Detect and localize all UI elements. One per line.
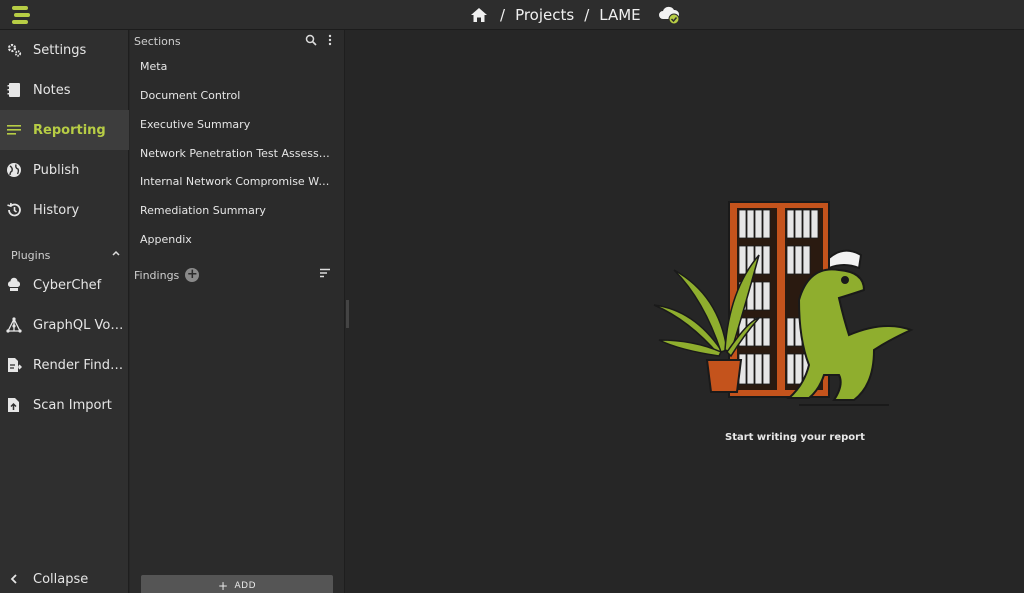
cloud-synced-icon: [658, 6, 680, 25]
section-item-internal-network-walkthrough[interactable]: Internal Network Compromise Walkthrough: [140, 172, 335, 192]
section-item-executive-summary[interactable]: Executive Summary: [140, 115, 335, 135]
sections-panel: Sections Meta Document Control Executive…: [130, 30, 345, 593]
sidebar-collapse-button[interactable]: Collapse: [0, 559, 129, 593]
sidebar-item-publish[interactable]: Publish: [0, 150, 129, 190]
dinosaur-bookshelf-illustration: [653, 201, 914, 406]
sidebar-item-label: Reporting: [33, 122, 106, 138]
notes-icon: [5, 81, 23, 99]
chef-hat-icon: [5, 276, 23, 294]
reporting-icon: [5, 121, 23, 139]
gear-icon: [5, 41, 23, 59]
plugins-label: Plugins: [11, 248, 51, 262]
section-item-appendix[interactable]: Appendix: [140, 230, 335, 250]
top-bar: / Projects / LAME: [0, 0, 1024, 30]
sidebar-item-label: Publish: [33, 162, 80, 178]
home-icon[interactable]: [470, 5, 490, 25]
breadcrumb-project-name[interactable]: LAME: [599, 6, 640, 24]
sidebar-item-label: Settings: [33, 42, 87, 58]
plugins-header[interactable]: Plugins: [0, 244, 129, 266]
graph-icon: [5, 316, 23, 334]
sidebar-item-label: Render Findings: [33, 357, 125, 373]
search-icon[interactable]: [305, 34, 317, 46]
sidebar-item-label: History: [33, 202, 80, 218]
sidebar-item-reporting[interactable]: Reporting: [0, 110, 129, 150]
add-button-label: ADD: [234, 581, 257, 591]
section-item-document-control[interactable]: Document Control: [140, 86, 335, 106]
sidebar-item-scan-import[interactable]: Scan Import: [0, 385, 129, 425]
sidebar-item-notes[interactable]: Notes: [0, 70, 129, 110]
sections-header: Sections: [134, 35, 181, 48]
sidebar-nav: Settings Notes Reporting Publish History…: [0, 30, 129, 593]
app-logo-icon[interactable]: [10, 4, 32, 26]
section-item-meta[interactable]: Meta: [140, 57, 335, 77]
add-finding-icon[interactable]: +: [185, 268, 200, 282]
file-export-icon: [5, 356, 23, 374]
sidebar-item-render-findings[interactable]: Render Findings: [0, 345, 129, 385]
sidebar-item-graphql-voyager[interactable]: GraphQL Voyager: [0, 305, 129, 345]
sidebar-item-history[interactable]: History: [0, 190, 129, 230]
globe-icon: [5, 161, 23, 179]
chevron-up-icon[interactable]: [111, 248, 121, 258]
sidebar-item-label: Scan Import: [33, 397, 112, 413]
breadcrumb-separator: /: [584, 6, 590, 24]
section-item-remediation-summary[interactable]: Remediation Summary: [140, 201, 335, 221]
findings-header: Findings +: [134, 267, 200, 283]
sidebar-item-label: Notes: [33, 82, 71, 98]
sidebar-item-label: GraphQL Voyager: [33, 317, 125, 333]
breadcrumb: / Projects / LAME: [470, 0, 681, 30]
section-item-network-pentest-assessment[interactable]: Network Penetration Test Assessment: [140, 144, 335, 164]
empty-state-message: Start writing your report: [725, 432, 865, 443]
sidebar-item-settings[interactable]: Settings: [0, 30, 129, 70]
sort-icon[interactable]: [319, 268, 331, 278]
more-vertical-icon[interactable]: [327, 34, 333, 46]
add-finding-button[interactable]: + ADD: [141, 575, 333, 593]
breadcrumb-separator: /: [500, 6, 506, 24]
sidebar-collapse-label: Collapse: [33, 571, 89, 587]
findings-label: Findings: [134, 268, 180, 282]
breadcrumb-projects-link[interactable]: Projects: [515, 6, 574, 24]
report-editor-area: Start writing your report: [349, 30, 1024, 593]
file-upload-icon: [5, 396, 23, 414]
plus-icon: +: [217, 579, 229, 593]
sidebar-item-label: CyberChef: [33, 277, 102, 293]
sidebar-item-cyberchef[interactable]: CyberChef: [0, 265, 129, 305]
history-icon: [5, 201, 23, 219]
chevron-left-icon: [5, 570, 23, 588]
